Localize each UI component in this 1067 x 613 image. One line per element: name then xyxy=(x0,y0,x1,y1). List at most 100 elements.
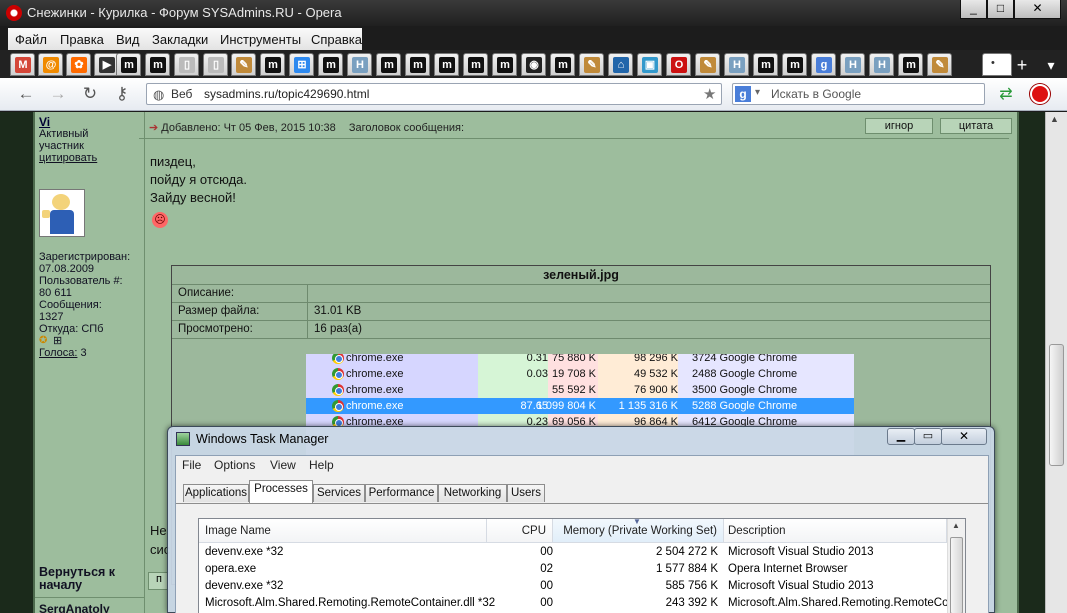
tm-minimize-button[interactable]: ▁ xyxy=(887,428,915,445)
tm-menu-options[interactable]: Options xyxy=(214,458,255,472)
opera-logo-icon[interactable] xyxy=(6,5,22,21)
browser-tab[interactable]: H xyxy=(869,53,894,76)
next-user-name[interactable]: SergAnatoly xyxy=(39,603,110,613)
translate-icon[interactable]: ⇄ xyxy=(996,84,1016,104)
url-text[interactable]: sysadmins.ru/topic429690.html xyxy=(204,87,369,101)
google-search-icon[interactable]: g xyxy=(735,86,751,102)
browser-tab[interactable]: m xyxy=(145,53,170,76)
browser-tab[interactable]: m xyxy=(116,53,141,76)
process-cell-desc: Microsoft Visual Studio 2013 xyxy=(728,580,874,592)
image-process-row: chrome.exe 0.31 75 880 K 98 296 K 3724 Googl… xyxy=(306,354,854,366)
address-field[interactable]: ◍ Веб sysadmins.ru/topic429690.html ★ xyxy=(146,83,722,105)
menu-tools[interactable]: Инструменты xyxy=(220,32,301,47)
tm-menu-view[interactable]: View xyxy=(270,458,296,472)
ignore-button[interactable]: игнор xyxy=(865,118,933,134)
quote-button[interactable]: цитата xyxy=(940,118,1012,134)
browser-tab[interactable]: m xyxy=(782,53,807,76)
browser-tab[interactable]: ✎ xyxy=(579,53,604,76)
browser-tab[interactable]: ✎ xyxy=(927,53,952,76)
browser-tab[interactable]: m xyxy=(405,53,430,76)
forward-icon[interactable]: → xyxy=(48,84,68,104)
tm-menu-help[interactable]: Help xyxy=(309,458,334,472)
column-cpu[interactable]: CPU xyxy=(487,519,553,543)
browser-tab[interactable]: m xyxy=(376,53,401,76)
process-row[interactable]: Microsoft.Alm.Shared.Remoting.RemoteCont… xyxy=(199,595,965,612)
browser-tab[interactable]: m xyxy=(898,53,923,76)
post-arrow-icon: ➔ xyxy=(149,122,159,134)
browser-tab[interactable]: m xyxy=(434,53,459,76)
tab-menu-icon[interactable]: ▾ xyxy=(1042,56,1060,74)
browser-tab[interactable]: m xyxy=(492,53,517,76)
votes-label[interactable]: Голоса: xyxy=(39,347,77,359)
task-manager-titlebar[interactable]: Windows Task Manager ▁ ▭ ✕ xyxy=(168,427,994,452)
menu-view[interactable]: Вид xyxy=(116,32,140,47)
tab-services[interactable]: Services xyxy=(313,484,365,502)
user-name-link[interactable]: Vi xyxy=(39,116,144,128)
tm-maximize-button[interactable]: ▭ xyxy=(914,428,942,445)
browser-tab[interactable]: g xyxy=(811,53,836,76)
tab-close-icon[interactable]: • xyxy=(991,57,995,69)
browser-tab[interactable]: M xyxy=(10,53,35,76)
browser-tab[interactable]: m xyxy=(318,53,343,76)
maximize-button[interactable]: □ xyxy=(987,0,1014,19)
browser-tab[interactable]: ◉ xyxy=(521,53,546,76)
browser-tab[interactable]: @ xyxy=(38,53,63,76)
browser-tab[interactable]: ▣ xyxy=(637,53,662,76)
menu-file[interactable]: Файл xyxy=(15,32,47,47)
process-list-scrollbar[interactable]: ▲ xyxy=(947,519,965,613)
browser-tab[interactable]: m xyxy=(550,53,575,76)
browser-tab[interactable]: ✿ xyxy=(66,53,91,76)
tab-processes[interactable]: Processes xyxy=(249,480,313,503)
engine-dropdown-icon[interactable]: ▾ xyxy=(755,87,760,98)
tab-networking[interactable]: Networking xyxy=(438,484,507,502)
process-cell-desc: Microsoft.Alm.Shared.Remoting.RemoteCont… xyxy=(728,597,965,609)
tab-performance[interactable]: Performance xyxy=(365,484,438,502)
tm-close-button[interactable]: ✕ xyxy=(941,428,987,445)
browser-tab[interactable]: ✎ xyxy=(231,53,256,76)
star-bookmark-icon[interactable]: ★ xyxy=(703,85,716,103)
browser-tab[interactable]: m xyxy=(463,53,488,76)
browser-tab[interactable]: O xyxy=(666,53,691,76)
list-scroll-up-icon[interactable]: ▲ xyxy=(952,521,960,530)
browser-tab[interactable]: ▯ xyxy=(203,53,228,76)
back-icon[interactable]: ← xyxy=(16,84,36,104)
process-row[interactable]: devenv.exe *32 00 585 756 K Microsoft Visua… xyxy=(199,578,947,595)
search-field[interactable]: g ▾ Искать в Google xyxy=(732,83,985,105)
tm-menu-file[interactable]: File xyxy=(182,458,201,472)
active-tab[interactable]: • xyxy=(982,53,1012,76)
browser-tab[interactable]: H xyxy=(840,53,865,76)
close-button[interactable]: ✕ xyxy=(1014,0,1061,19)
browser-tab[interactable]: m xyxy=(753,53,778,76)
process-row[interactable]: devenv.exe *32 00 2 504 272 K Microsoft Vis… xyxy=(199,544,947,561)
list-scroll-thumb[interactable] xyxy=(950,537,963,613)
scroll-up-icon[interactable]: ▲ xyxy=(1050,114,1059,124)
plus-minus-icon[interactable]: ⊞ xyxy=(53,335,62,347)
key-icon[interactable]: ⚷ xyxy=(112,84,132,104)
column-description[interactable]: Description xyxy=(724,519,947,543)
minimize-button[interactable]: _ xyxy=(960,0,987,19)
process-row[interactable]: opera.exe 02 1 577 884 K Opera Internet Bro… xyxy=(199,561,947,578)
opera-stop-icon[interactable] xyxy=(1030,84,1050,104)
menu-bookmarks[interactable]: Закладки xyxy=(152,32,208,47)
new-tab-button[interactable]: + xyxy=(1013,56,1031,74)
tab-users[interactable]: Users xyxy=(507,484,545,502)
picture-icon: ▣ xyxy=(642,57,658,73)
partial-text-1: Не xyxy=(150,523,167,538)
tab-applications[interactable]: Applications xyxy=(183,484,249,502)
process-list[interactable]: Image Name CPU Memory (Private Working S… xyxy=(198,517,966,613)
browser-tab[interactable]: ▯ xyxy=(174,53,199,76)
browser-tab[interactable]: ⌂ xyxy=(608,53,633,76)
browser-tab[interactable]: H xyxy=(347,53,372,76)
page-scrollbar[interactable]: ▲ xyxy=(1045,112,1067,613)
menu-edit[interactable]: Правка xyxy=(60,32,104,47)
scrollbar-thumb[interactable] xyxy=(1049,344,1064,466)
browser-tab[interactable]: m xyxy=(260,53,285,76)
browser-tab[interactable]: H xyxy=(724,53,749,76)
browser-tab[interactable]: ⊞ xyxy=(289,53,314,76)
browser-tab[interactable]: ✎ xyxy=(695,53,720,76)
column-image-name[interactable]: Image Name xyxy=(199,519,487,543)
back-to-top-link[interactable]: Вернуться к началу xyxy=(39,566,139,592)
quote-link[interactable]: цитировать xyxy=(39,152,144,164)
menu-help[interactable]: Справка xyxy=(311,32,362,47)
reload-icon[interactable]: ↻ xyxy=(80,84,100,104)
